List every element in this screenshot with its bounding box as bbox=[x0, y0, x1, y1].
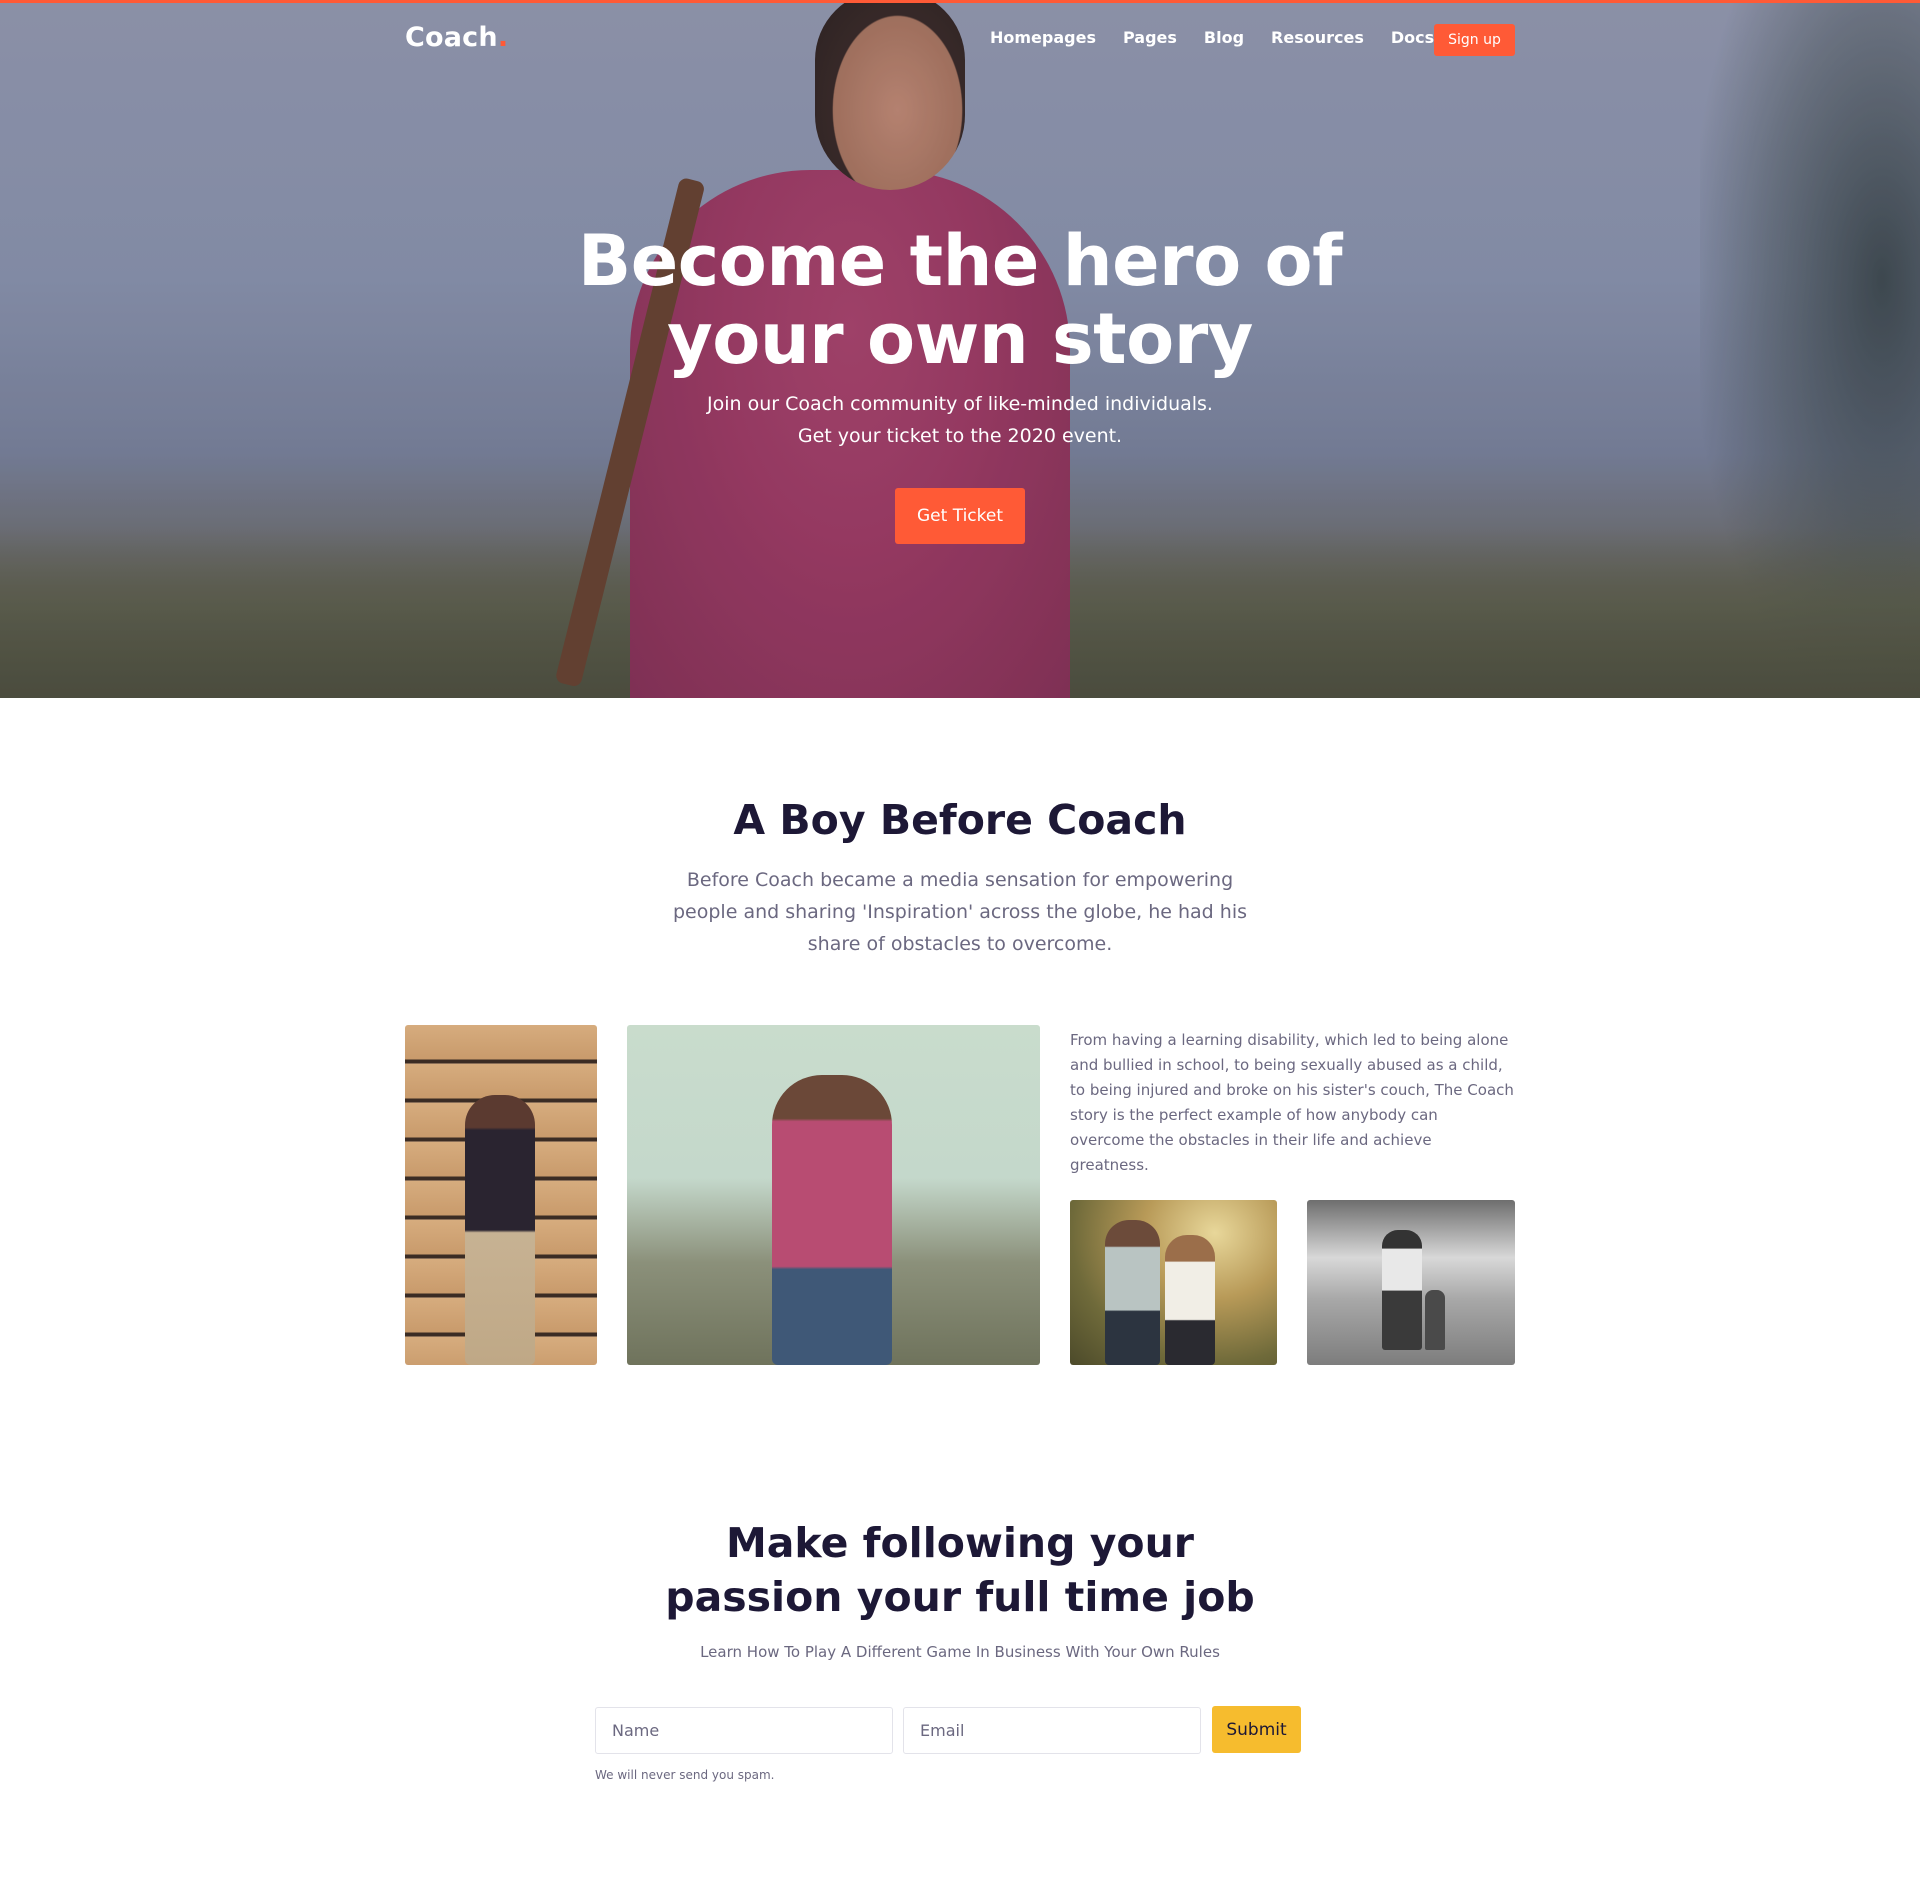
logo-text: Coach bbox=[405, 22, 498, 53]
logo[interactable]: Coach. bbox=[405, 22, 508, 53]
image-figure bbox=[772, 1075, 892, 1365]
image-figure bbox=[465, 1095, 535, 1365]
image-figure bbox=[1165, 1235, 1215, 1365]
about-lead: Before Coach became a media sensation fo… bbox=[673, 869, 1247, 955]
top-accent-bar bbox=[0, 0, 1920, 3]
email-input[interactable] bbox=[903, 1707, 1201, 1754]
top-nav: Coach. Homepages Pages Blog Resources Do… bbox=[0, 0, 1920, 80]
nav-link-blog[interactable]: Blog bbox=[1204, 28, 1244, 47]
signup-form-title: Make following your passion your full ti… bbox=[0, 1516, 1920, 1624]
spam-note: We will never send you spam. bbox=[595, 1768, 775, 1782]
about-image-father-child bbox=[1307, 1200, 1515, 1365]
get-ticket-button[interactable]: Get Ticket bbox=[895, 488, 1025, 544]
hero-subtitle: Join our Coach community of like-minded … bbox=[0, 388, 1920, 452]
signup-button[interactable]: Sign up bbox=[1434, 24, 1515, 56]
logo-dot: . bbox=[497, 22, 509, 53]
hero-subtitle-line2: Get your ticket to the 2020 event. bbox=[797, 425, 1123, 447]
signup-form-title-line2: passion your full time job bbox=[665, 1573, 1255, 1621]
image-figure bbox=[1382, 1230, 1422, 1350]
hero-subtitle-line1: Join our Coach community of like-minded … bbox=[707, 393, 1213, 415]
name-input[interactable] bbox=[595, 1707, 893, 1754]
nav-link-pages[interactable]: Pages bbox=[1123, 28, 1177, 47]
image-figure bbox=[1105, 1220, 1160, 1365]
nav-link-homepages[interactable]: Homepages bbox=[990, 28, 1096, 47]
nav-links: Homepages Pages Blog Resources Docs bbox=[990, 28, 1461, 47]
submit-button[interactable]: Submit bbox=[1212, 1706, 1301, 1753]
signup-form-subtitle: Learn How To Play A Different Game In Bu… bbox=[700, 1643, 1220, 1661]
about-image-man-walking bbox=[627, 1025, 1040, 1365]
image-figure bbox=[1425, 1290, 1445, 1350]
about-image-couple bbox=[1070, 1200, 1277, 1365]
about-image-man-with-book bbox=[405, 1025, 597, 1365]
nav-link-docs[interactable]: Docs bbox=[1391, 28, 1434, 47]
hero-content: Become the hero of your own story Join o… bbox=[0, 222, 1920, 544]
about-title: A Boy Before Coach bbox=[733, 796, 1187, 844]
signup-form-title-line1: Make following your bbox=[725, 1519, 1195, 1567]
about-body: From having a learning disability, which… bbox=[1070, 1031, 1514, 1174]
nav-link-resources[interactable]: Resources bbox=[1271, 28, 1364, 47]
hero-title: Become the hero of your own story bbox=[577, 220, 1343, 380]
